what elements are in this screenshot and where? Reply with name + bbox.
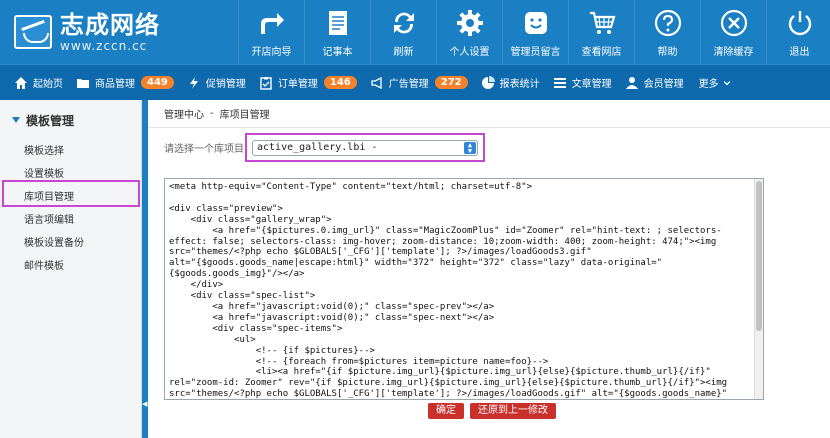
main-nav: 起始页 商品管理 449 促销管理 订单管理 146 广告管理 272 报表统计… bbox=[0, 64, 830, 100]
share-arrow-icon bbox=[260, 13, 284, 34]
confirm-button[interactable]: 确定 bbox=[428, 403, 464, 419]
scrollbar-thumb[interactable] bbox=[756, 181, 762, 331]
code-editor[interactable]: <meta http-equiv="Content-Type" content=… bbox=[164, 178, 764, 400]
nav-item-articles[interactable]: 文章管理 bbox=[553, 75, 612, 90]
nav-item-home[interactable]: 起始页 bbox=[14, 75, 63, 90]
brand-url: www.zccn.cc bbox=[60, 39, 148, 53]
top-toolbar: 开店向导 记事本 刷新 个人设置 管理员留言 查看网店 帮助 清除缓存 退出 bbox=[238, 0, 830, 64]
count-badge: 272 bbox=[434, 76, 468, 89]
sidebar-item-mail-template[interactable]: 邮件模板 bbox=[0, 255, 141, 278]
library-select[interactable]: active_gallery.lbi - ▲ ▼ bbox=[252, 140, 478, 156]
top-item-help[interactable]: 帮助 bbox=[634, 0, 700, 64]
top-item-refresh[interactable]: 刷新 bbox=[370, 0, 436, 64]
top-item-notepad[interactable]: 记事本 bbox=[304, 0, 370, 64]
top-item-logout[interactable]: 退出 bbox=[766, 0, 830, 64]
code-content: <meta http-equiv="Content-Type" content=… bbox=[169, 182, 728, 400]
folder-icon bbox=[77, 78, 89, 88]
user-icon bbox=[625, 76, 638, 89]
restore-button[interactable]: 还原到上一修改 bbox=[470, 403, 556, 419]
brand-name: 志成网络 bbox=[60, 11, 160, 39]
nav-item-members[interactable]: 会员管理 bbox=[625, 75, 684, 90]
nav-item-reports[interactable]: 报表统计 bbox=[481, 75, 540, 90]
brand-logo[interactable]: 志成网络 www.zccn.cc bbox=[0, 0, 238, 64]
gear-icon bbox=[456, 10, 483, 36]
nav-item-products[interactable]: 商品管理 449 bbox=[76, 75, 174, 90]
sidebar-item-backup[interactable]: 模板设置备份 bbox=[0, 232, 141, 255]
help-icon bbox=[654, 9, 681, 37]
count-badge: 449 bbox=[141, 76, 174, 89]
library-select-value: active_gallery.lbi - bbox=[257, 142, 378, 153]
sidebar-item-language[interactable]: 语言项编辑 bbox=[0, 209, 141, 232]
nav-item-more[interactable]: 更多 bbox=[699, 75, 737, 90]
lightning-icon bbox=[189, 76, 198, 89]
home-icon bbox=[15, 76, 27, 89]
chart-icon bbox=[481, 75, 495, 89]
refresh-icon bbox=[393, 12, 414, 34]
count-badge: 146 bbox=[323, 76, 357, 89]
notepad-icon bbox=[328, 11, 347, 35]
top-item-wizard[interactable]: 开店向导 bbox=[238, 0, 304, 64]
top-header: 志成网络 www.zccn.cc 开店向导 记事本 刷新 个人设置 管理员留言 … bbox=[0, 0, 830, 64]
top-item-admin-message[interactable]: 管理员留言 bbox=[502, 0, 568, 64]
clipboard-icon bbox=[260, 76, 272, 90]
chevron-down-icon bbox=[723, 80, 730, 85]
sidebar: 模板管理 模板选择 设置模板 库项目管理 语言项编辑 模板设置备份 邮件模板 bbox=[0, 100, 142, 438]
nav-item-orders[interactable]: 订单管理 146 bbox=[259, 75, 357, 90]
cart-icon bbox=[589, 11, 615, 34]
code-scrollbar[interactable] bbox=[754, 179, 763, 399]
expand-triangle-icon bbox=[12, 117, 20, 123]
breadcrumb: 管理中心 - 库项目管理 bbox=[148, 100, 830, 128]
top-item-clear-cache[interactable]: 清除缓存 bbox=[700, 0, 766, 64]
select-caret-icon: ▲ ▼ bbox=[464, 142, 476, 155]
sidebar-title[interactable]: 模板管理 bbox=[0, 100, 141, 140]
chat-smile-icon bbox=[524, 12, 547, 34]
nav-item-ads[interactable]: 广告管理 272 bbox=[370, 75, 468, 90]
sidebar-highlight bbox=[2, 180, 140, 207]
library-select-label: 请选择一个库项目： bbox=[164, 144, 254, 155]
nav-item-promotions[interactable]: 促销管理 bbox=[187, 75, 246, 90]
megaphone-icon bbox=[371, 76, 382, 89]
power-icon bbox=[788, 11, 811, 36]
breadcrumb-current: 库项目管理 bbox=[219, 110, 270, 121]
list-icon bbox=[553, 77, 566, 88]
top-item-view-shop[interactable]: 查看网店 bbox=[568, 0, 634, 64]
sidebar-item-template-select[interactable]: 模板选择 bbox=[0, 140, 141, 163]
breadcrumb-separator: - bbox=[210, 108, 214, 119]
main-content: 管理中心 - 库项目管理 请选择一个库项目： active_gallery.lb… bbox=[148, 100, 830, 438]
logo-mark-icon bbox=[14, 15, 52, 49]
top-item-settings[interactable]: 个人设置 bbox=[436, 0, 502, 64]
clear-icon bbox=[720, 9, 747, 37]
collapse-arrow-icon: ◀ bbox=[142, 400, 148, 408]
breadcrumb-root[interactable]: 管理中心 bbox=[164, 106, 204, 121]
